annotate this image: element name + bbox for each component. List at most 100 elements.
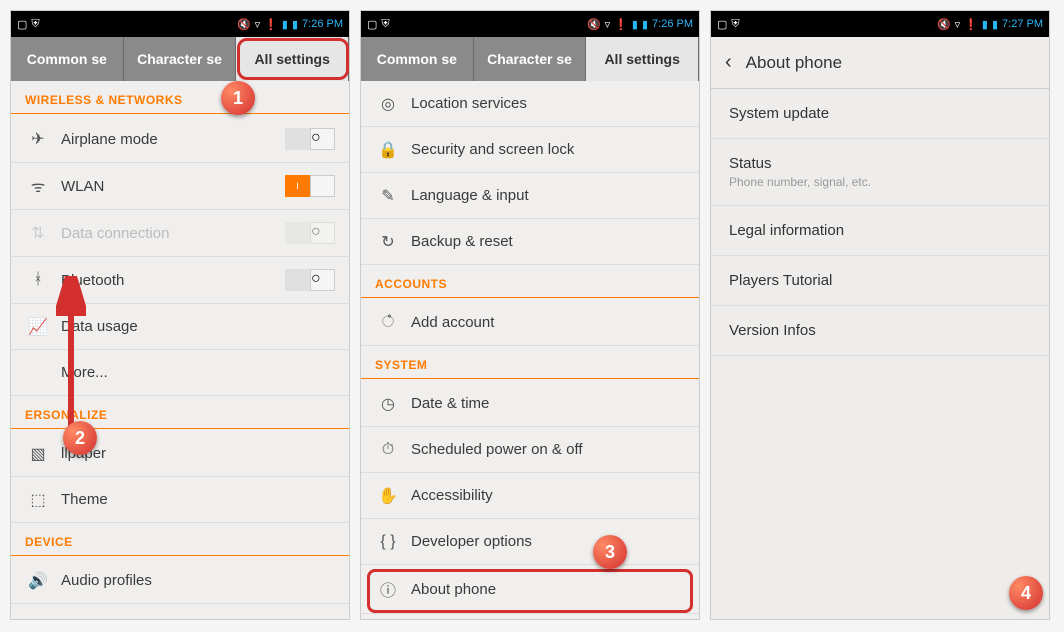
- alert-icon: ❗: [264, 18, 278, 31]
- bluetooth-icon: ᚼ: [25, 271, 51, 289]
- tab-common[interactable]: Common se: [361, 37, 474, 81]
- wallpaper-label: llpaper: [61, 445, 335, 462]
- audio-icon: 🔊: [25, 571, 51, 591]
- row-wlan[interactable]: ᯤ WLAN I: [11, 163, 349, 210]
- section-wireless: WIRELESS & NETWORKS: [11, 81, 349, 114]
- scheduled-label: Scheduled power on & off: [411, 441, 685, 458]
- clock-icon: ◷: [375, 394, 401, 414]
- wifi-icon: ▿: [955, 18, 961, 31]
- tab-character[interactable]: Character se: [474, 37, 587, 81]
- date-label: Date & time: [411, 395, 685, 412]
- system-update-label: System update: [729, 105, 1031, 122]
- bluetooth-toggle[interactable]: ○: [285, 269, 335, 291]
- clock: 7:26 PM: [652, 18, 693, 30]
- status-bar: ▢⛨ 🔇▿❗▮▮7:26 PM: [361, 11, 699, 37]
- data-icon: ⇅: [25, 223, 51, 243]
- status-bar: ▢⛨ 🔇▿❗▮▮7:27 PM: [711, 11, 1049, 37]
- data-toggle[interactable]: ○: [285, 222, 335, 244]
- about-header: ‹ About phone: [711, 37, 1049, 89]
- about-label: About phone: [411, 581, 685, 598]
- row-backup[interactable]: ↻ Backup & reset: [361, 219, 699, 265]
- signal-icon: ▮: [982, 18, 988, 31]
- marker-1: 1: [221, 81, 255, 115]
- row-language[interactable]: ✎ Language & input: [361, 173, 699, 219]
- wifi-icon: ▿: [255, 18, 261, 31]
- row-add-account[interactable]: ഀ Add account: [361, 300, 699, 346]
- clock: 7:27 PM: [1002, 18, 1043, 30]
- row-location[interactable]: ◎ Location services: [361, 81, 699, 127]
- screen-2: ▢⛨ 🔇▿❗▮▮7:26 PM Common se Character se A…: [360, 10, 700, 620]
- braces-icon: { }: [375, 533, 401, 551]
- settings-list-2: ◎ Location services 🔒 Security and scree…: [361, 81, 699, 619]
- row-accessibility[interactable]: ✋ Accessibility: [361, 473, 699, 519]
- gallery-icon: ▢: [367, 18, 377, 31]
- info-icon: ⓘ: [375, 577, 401, 601]
- status-label: Status: [729, 155, 1031, 172]
- lock-icon: 🔒: [375, 140, 401, 160]
- marker-3: 3: [593, 535, 627, 569]
- row-version[interactable]: Version Infos: [711, 306, 1049, 356]
- alert-icon: ❗: [964, 18, 978, 31]
- players-label: Players Tutorial: [729, 272, 1031, 289]
- shield-icon: ⛨: [731, 18, 739, 31]
- mute-icon: 🔇: [237, 18, 251, 31]
- battery-icon: ▮: [292, 18, 298, 31]
- section-accounts: ACCOUNTS: [361, 265, 699, 298]
- section-device: DEVICE: [11, 523, 349, 556]
- tab-common[interactable]: Common se: [11, 37, 124, 81]
- tab-all-settings[interactable]: All settings: [586, 37, 699, 81]
- page-title: About phone: [746, 53, 842, 73]
- signal-icon: ▮: [282, 18, 288, 31]
- location-icon: ◎: [375, 94, 401, 114]
- about-list: System update Status Phone number, signa…: [711, 89, 1049, 619]
- tab-character[interactable]: Character se: [124, 37, 237, 81]
- wallpaper-icon: ▧: [25, 444, 51, 464]
- row-developer[interactable]: { } Developer options: [361, 519, 699, 565]
- tab-bar: Common se Character se All settings: [11, 37, 349, 81]
- security-label: Security and screen lock: [411, 141, 685, 158]
- audio-label: Audio profiles: [61, 572, 335, 589]
- row-data[interactable]: ⇅ Data connection ○: [11, 210, 349, 257]
- clock: 7:26 PM: [302, 18, 343, 30]
- row-system-update[interactable]: System update: [711, 89, 1049, 139]
- airplane-label: Airplane mode: [61, 131, 285, 148]
- row-date[interactable]: ◷ Date & time: [361, 381, 699, 427]
- language-label: Language & input: [411, 187, 685, 204]
- tab-all-settings[interactable]: All settings: [236, 37, 349, 81]
- timer-icon: ⏱: [375, 441, 401, 459]
- back-button[interactable]: ‹: [725, 51, 732, 74]
- wlan-toggle[interactable]: I: [285, 175, 335, 197]
- airplane-toggle[interactable]: ○: [285, 128, 335, 150]
- row-status[interactable]: Status Phone number, signal, etc.: [711, 139, 1049, 206]
- accessibility-label: Accessibility: [411, 487, 685, 504]
- usage-icon: 📈: [25, 317, 51, 337]
- legal-label: Legal information: [729, 222, 1031, 239]
- language-icon: ✎: [375, 186, 401, 206]
- mute-icon: 🔇: [587, 18, 601, 31]
- row-legal[interactable]: Legal information: [711, 206, 1049, 256]
- version-label: Version Infos: [729, 322, 1031, 339]
- signal-icon: ▮: [632, 18, 638, 31]
- add-account-icon: ഀ: [375, 314, 401, 332]
- row-audio[interactable]: 🔊 Audio profiles: [11, 558, 349, 604]
- marker-2: 2: [63, 421, 97, 455]
- row-about-phone[interactable]: ⓘ About phone: [361, 565, 699, 614]
- battery-icon: ▮: [642, 18, 648, 31]
- tab-bar: Common se Character se All settings: [361, 37, 699, 81]
- row-scheduled[interactable]: ⏱ Scheduled power on & off: [361, 427, 699, 473]
- row-theme[interactable]: ⬚ Theme: [11, 477, 349, 523]
- status-bar: ▢ ⛨ 🔇 ▿ ❗ ▮ ▮ 7:26 PM: [11, 11, 349, 37]
- row-security[interactable]: 🔒 Security and screen lock: [361, 127, 699, 173]
- theme-label: Theme: [61, 491, 335, 508]
- alert-icon: ❗: [614, 18, 628, 31]
- airplane-icon: ✈: [25, 129, 51, 149]
- wlan-label: WLAN: [61, 178, 285, 195]
- data-label: Data connection: [61, 225, 285, 242]
- mute-icon: 🔇: [937, 18, 951, 31]
- status-sublabel: Phone number, signal, etc.: [729, 175, 1031, 189]
- screen-1: ▢ ⛨ 🔇 ▿ ❗ ▮ ▮ 7:26 PM Common se Characte…: [10, 10, 350, 620]
- wifi-row-icon: ᯤ: [25, 175, 51, 197]
- row-airplane[interactable]: ✈ Airplane mode ○: [11, 116, 349, 163]
- screen-3: ▢⛨ 🔇▿❗▮▮7:27 PM ‹ About phone System upd…: [710, 10, 1050, 620]
- row-players[interactable]: Players Tutorial: [711, 256, 1049, 306]
